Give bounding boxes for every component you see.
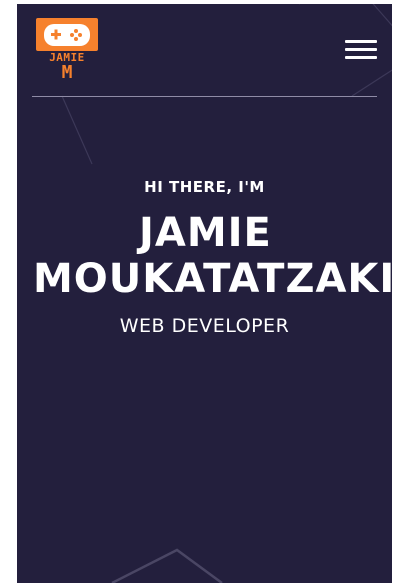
hamburger-bar <box>345 48 377 51</box>
hero-greeting: HI THERE, I'M <box>144 178 265 196</box>
hero-name-first: JAMIE <box>139 210 272 256</box>
header-divider <box>32 96 377 97</box>
site-logo[interactable]: JAMIE M <box>36 18 100 83</box>
logo-initial-text: M <box>61 62 73 83</box>
logo-badge <box>36 18 98 51</box>
hero-name: JAMIE MOUKATATZAKIS <box>33 210 392 302</box>
hamburger-menu-icon[interactable] <box>345 38 377 62</box>
hero-role: WEB DEVELOPER <box>119 315 290 337</box>
deco-shape-left <box>61 95 93 165</box>
gamepad-icon <box>44 24 90 46</box>
hero-section: JAMIE M HI THERE, I'M JAMIE MOUKATATZAKI… <box>17 4 392 583</box>
deco-shape-bottom <box>111 548 223 583</box>
hamburger-bar <box>345 40 377 43</box>
hamburger-bar <box>345 56 377 59</box>
hero-name-last: MOUKATATZAKIS <box>33 256 392 302</box>
